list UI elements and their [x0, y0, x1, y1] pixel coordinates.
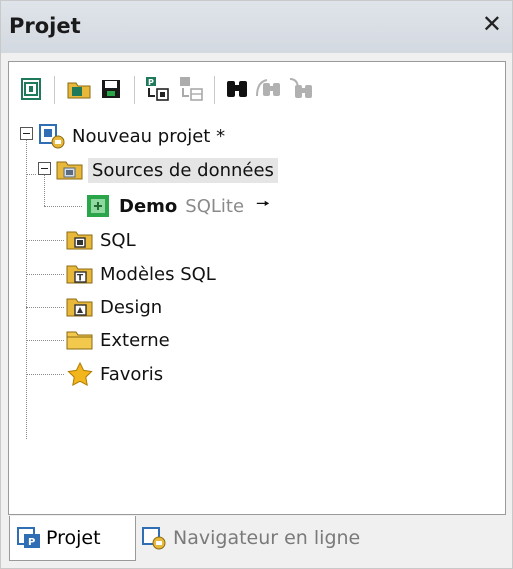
close-icon[interactable]: ✕ [482, 10, 502, 38]
collapse-data-sources-toggle[interactable] [38, 162, 51, 175]
find-previous-icon[interactable] [286, 74, 316, 104]
tree-connector [26, 274, 64, 275]
svg-text:P: P [28, 537, 35, 548]
collapse-root-toggle[interactable] [20, 127, 33, 140]
toolbar-separator [214, 76, 215, 104]
tree-connector [44, 206, 82, 207]
tree-item-root[interactable]: Nouveau projet * [38, 120, 225, 152]
design-folder-icon [66, 298, 93, 317]
tree-item-sql-templates[interactable]: T Modèles SQL [66, 258, 216, 290]
templates-folder-icon: T [66, 265, 93, 284]
tree-connector [26, 340, 64, 341]
tree-item-label: Modèles SQL [100, 263, 216, 285]
find-next-icon[interactable] [254, 74, 284, 104]
toolbar: P [16, 68, 496, 108]
open-project-icon[interactable] [64, 74, 94, 104]
project-tree: Nouveau projet * Sources de données Demo… [9, 110, 505, 470]
tree-item-label: Nouveau projet * [72, 125, 226, 147]
tree-item-label: Externe [100, 329, 170, 351]
tree-connector [26, 137, 27, 439]
database-type-label: SQLite [185, 195, 245, 217]
save-project-icon[interactable] [96, 74, 126, 104]
sql-folder-icon [66, 231, 93, 250]
tab-label: Navigateur en ligne [173, 527, 361, 549]
panel-tabs: P Projet Navigateur en ligne [1, 516, 512, 568]
tab-project[interactable]: P Projet [9, 516, 136, 561]
panel-titlebar: Projet ✕ [1, 1, 512, 53]
online-browser-icon [142, 527, 166, 550]
project-panel: Projet ✕ P Nouveau projet * Sources de d… [0, 0, 513, 569]
new-project-icon[interactable] [16, 74, 46, 104]
tree-item-design[interactable]: Design [66, 291, 162, 323]
add-active-file-icon[interactable] [176, 74, 206, 104]
tree-item-data-sources[interactable]: Sources de données [56, 154, 278, 186]
tree-item-external[interactable]: Externe [66, 324, 170, 356]
toolbar-separator [54, 76, 55, 104]
svg-text:T: T [77, 274, 84, 284]
tree-connector [26, 307, 64, 308]
project-tree-pane: P Nouveau projet * Sources de données De… [8, 61, 506, 515]
star-icon [67, 361, 93, 387]
binoculars-icon[interactable] [222, 74, 252, 104]
tree-item-label: SQL [100, 229, 136, 251]
tree-item-sql[interactable]: SQL [66, 224, 136, 256]
tree-item-label: Design [100, 296, 163, 318]
tree-item-label: Favoris [100, 363, 164, 385]
folder-icon [66, 331, 93, 350]
data-sources-folder-icon [56, 161, 83, 180]
database-connection-icon [87, 195, 109, 217]
panel-title: Projet [9, 14, 81, 38]
toolbar-separator [134, 76, 135, 104]
tree-connector [26, 374, 64, 375]
project-icon [39, 124, 65, 149]
project-tab-icon: P [17, 527, 40, 548]
add-file-to-project-icon[interactable]: P [142, 74, 172, 104]
tree-item-label: Sources de données [88, 157, 278, 183]
tree-connector [26, 174, 36, 175]
arrow-right-icon: 🠖 [256, 193, 271, 213]
tab-label: Projet [46, 527, 101, 549]
tab-online-browser[interactable]: Navigateur en ligne [141, 516, 401, 560]
svg-text:P: P [148, 78, 154, 87]
tree-connector [26, 240, 64, 241]
tree-item-label: Demo [119, 195, 178, 217]
tree-item-favorites[interactable]: Favoris [66, 358, 163, 390]
tree-item-demo-connection[interactable]: Demo SQLite 🠖 [85, 190, 270, 222]
